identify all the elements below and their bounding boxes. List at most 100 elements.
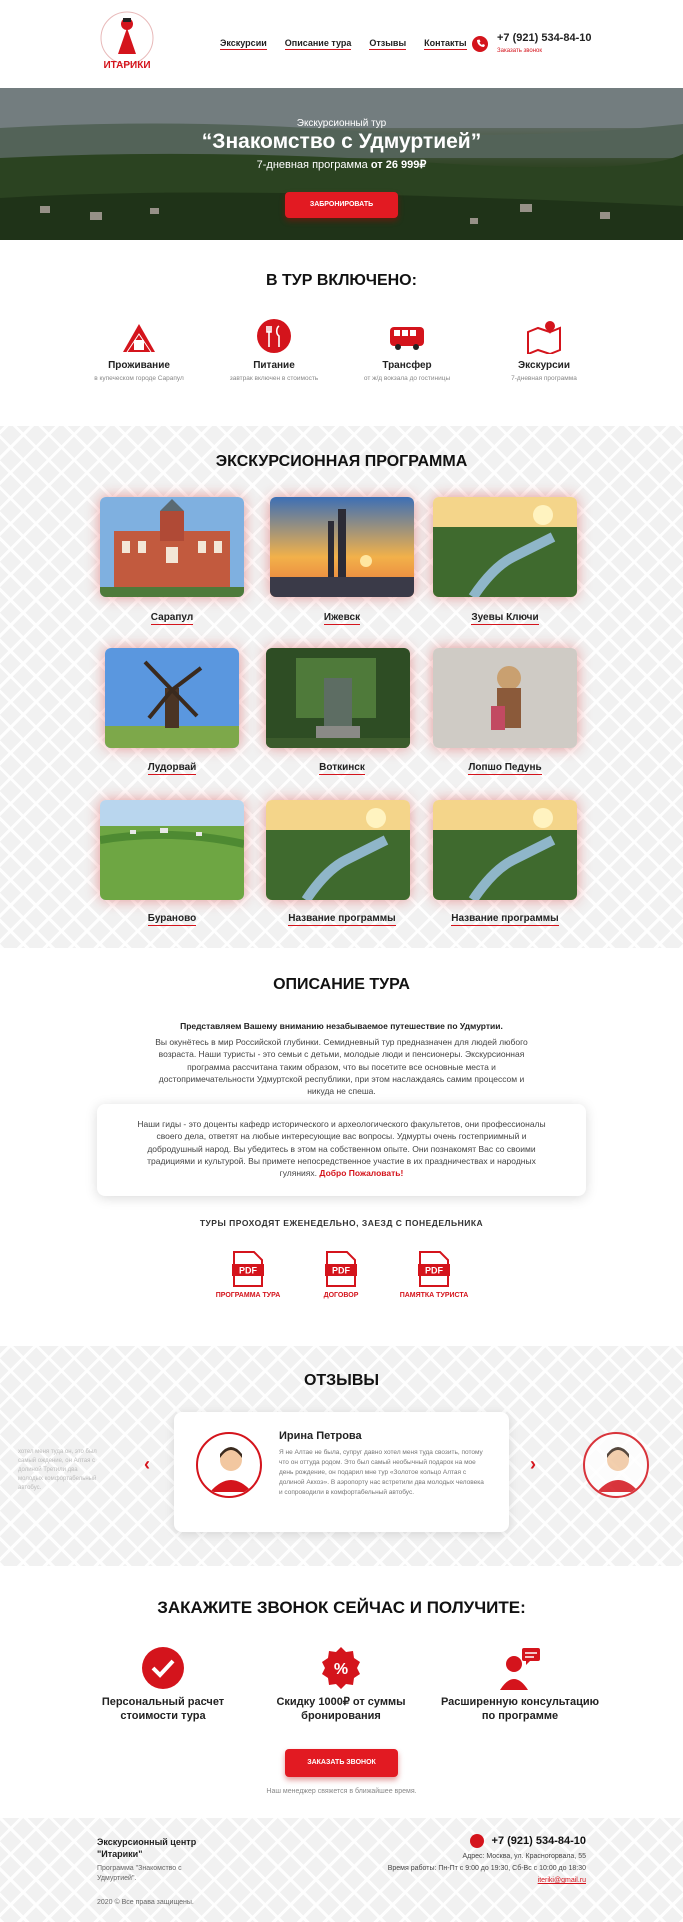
pdf-program-link[interactable]: PDF ПРОГРАММА ТУРА bbox=[213, 1250, 283, 1301]
program-label-text[interactable]: Название программы bbox=[451, 913, 559, 926]
footer-copyright: 2020 © Все права защищены. bbox=[97, 1899, 194, 1906]
program-placeholder-photo bbox=[266, 800, 410, 900]
pdf-file-icon: PDF bbox=[325, 1251, 357, 1287]
program-label[interactable]: Зуевы Ключи bbox=[425, 612, 585, 625]
footer-phone-row: +7 (921) 534-84-10 bbox=[469, 1834, 586, 1848]
phone-icon bbox=[472, 36, 488, 52]
program-label-text[interactable]: Зуевы Ключи bbox=[471, 612, 539, 625]
included-item-desc: 7-дневная программа bbox=[511, 375, 577, 382]
program-label[interactable]: Воткинск bbox=[262, 762, 422, 775]
program-label[interactable]: Бураново bbox=[92, 913, 252, 926]
program-label[interactable]: Ижевск bbox=[262, 612, 422, 625]
pdf-label[interactable]: ПРОГРАММА ТУРА bbox=[213, 1291, 283, 1301]
description-body: Вы окунётесь в мир Российской глубинки. … bbox=[155, 1037, 528, 1097]
pdf-badge: PDF bbox=[239, 1266, 258, 1276]
nav-excursions[interactable]: Экскурсии bbox=[220, 38, 267, 50]
program-label-text[interactable]: Бураново bbox=[147, 913, 197, 926]
arrow-right-icon[interactable]: › bbox=[526, 1454, 540, 1474]
lopsho-pedun-photo bbox=[433, 648, 577, 748]
review-ghost-text: хотел меня туда он, это был самый ождени… bbox=[18, 1449, 97, 1491]
program-card-zuevy-klyuchi[interactable] bbox=[433, 497, 577, 597]
included-item-desc: завтрак включен в стоимость bbox=[229, 375, 319, 382]
program-label-text[interactable]: Ижевск bbox=[323, 612, 361, 625]
description-title: ОПИСАНИЕ ТУРА bbox=[273, 976, 410, 993]
program-card-lopsho-pedun[interactable] bbox=[433, 648, 577, 748]
benefit-text: Скидку 1000₽ от суммы бронирования bbox=[276, 1696, 406, 1722]
included-item-desc: от ж/д вокзала до гостиницы bbox=[363, 375, 451, 382]
map-icon bbox=[527, 321, 561, 354]
hero-title: “Знакомство с Удмуртией” bbox=[201, 130, 482, 153]
program-label[interactable]: Лопшо Педунь bbox=[425, 762, 585, 775]
nav-reviews[interactable]: Отзывы bbox=[369, 38, 407, 50]
footer-email[interactable]: iteriki@gmail.ru bbox=[538, 1877, 586, 1884]
site-header: ИТАРИКИ Экскурсии Описание тура Отзывы К… bbox=[0, 0, 683, 88]
logo-name: ИТАРИКИ bbox=[103, 60, 151, 71]
book-button[interactable]: ЗАБРОНИРОВАТЬ bbox=[285, 192, 398, 218]
program-label-text[interactable]: Сарапул bbox=[150, 612, 194, 625]
guides-box: Наши гиды - это доценты кафедр историчес… bbox=[97, 1104, 586, 1196]
sarapul-photo bbox=[100, 497, 244, 597]
program-label[interactable]: Лудорвай bbox=[92, 762, 252, 775]
main-nav: Экскурсии Описание тура Отзывы Контакты bbox=[220, 38, 467, 50]
program-card-ludorvay[interactable] bbox=[105, 648, 239, 748]
zuevy-klyuchi-photo bbox=[433, 497, 577, 597]
program-label-text[interactable]: Воткинск bbox=[319, 762, 365, 775]
program-label[interactable]: Название программы bbox=[262, 913, 422, 926]
benefit-discount: % Скидку 1000₽ от суммы бронирования bbox=[261, 1646, 421, 1724]
checkmark-icon bbox=[142, 1647, 184, 1689]
included-item-desc: в купеческом городе Сарапул bbox=[94, 375, 184, 382]
included-item-title: Экскурсии bbox=[518, 360, 570, 371]
program-card-votkinsk[interactable] bbox=[266, 648, 410, 748]
program-label[interactable]: Название программы bbox=[425, 913, 585, 926]
pdf-label[interactable]: ДОГОВОР bbox=[306, 1291, 376, 1301]
votkinsk-photo bbox=[266, 648, 410, 748]
weekly-note: ТУРЫ ПРОХОДЯТ ЕЖЕНЕДЕЛЬНО, ЗАЕЗД С ПОНЕД… bbox=[199, 1218, 484, 1228]
included-item-title: Проживание bbox=[108, 360, 170, 371]
order-call-button[interactable]: ЗАКАЗАТЬ ЗВОНОК bbox=[285, 1749, 398, 1777]
program-label-text[interactable]: Название программы bbox=[288, 913, 396, 926]
program-label-text[interactable]: Лудорвай bbox=[147, 762, 197, 775]
hero-price: от 26 999₽ bbox=[370, 159, 427, 171]
program-card-izhevsk[interactable] bbox=[270, 497, 414, 597]
hero-program: 7-дневная программа от 26 999₽ bbox=[0, 158, 683, 171]
benefit-text: Персональный расчет стоимости тура bbox=[101, 1696, 225, 1722]
guides-text: Наши гиды - это доценты кафедр историчес… bbox=[97, 1104, 586, 1194]
included-item-excursions: Экскурсии 7-дневная программа bbox=[484, 318, 604, 383]
footer-hours: Время работы: Пн-Пт с 9:00 до 19:30, Сб-… bbox=[387, 1865, 586, 1872]
nav-contacts[interactable]: Контакты bbox=[424, 38, 467, 50]
benefit-text: Расширенную консультацию по программе bbox=[440, 1696, 600, 1722]
pdf-file-icon: PDF bbox=[232, 1251, 264, 1287]
arrow-left-icon[interactable]: ‹ bbox=[140, 1454, 154, 1474]
benefit-personal-calc: Персональный расчет стоимости тура bbox=[83, 1646, 243, 1724]
ludorvay-photo bbox=[105, 648, 239, 748]
program-label[interactable]: Сарапул bbox=[92, 612, 252, 625]
footer-program: Программа "Знакомство с Удмуртией". bbox=[97, 1865, 182, 1882]
program-card-buranovo[interactable] bbox=[100, 800, 244, 900]
header-phone[interactable]: +7 (921) 534-84-10 bbox=[497, 32, 591, 44]
program-placeholder-photo bbox=[433, 800, 577, 900]
fork-knife-icon bbox=[257, 319, 291, 353]
program-card-sarapul[interactable] bbox=[100, 497, 244, 597]
phone-icon bbox=[469, 1834, 484, 1848]
program-card-placeholder-1[interactable] bbox=[266, 800, 410, 900]
pdf-contract-link[interactable]: PDF ДОГОВОР bbox=[306, 1250, 376, 1301]
footer-phone[interactable]: +7 (921) 534-84-10 bbox=[492, 1835, 586, 1847]
reviews-title: ОТЗЫВЫ bbox=[303, 1372, 380, 1389]
pdf-memo-link[interactable]: PDF ПАМЯТКА ТУРИСТА bbox=[399, 1250, 469, 1301]
header-callback-link[interactable]: Заказать звонок bbox=[497, 48, 542, 54]
pdf-label[interactable]: ПАМЯТКА ТУРИСТА bbox=[399, 1291, 469, 1301]
pdf-file-icon: PDF bbox=[418, 1251, 450, 1287]
benefit-consultation: Расширенную консультацию по программе bbox=[440, 1646, 600, 1724]
izhevsk-photo bbox=[270, 497, 414, 597]
description-lead: Представляем Вашему вниманию незабываемо… bbox=[180, 1021, 503, 1031]
welcome-accent: Добро Пожаловать! bbox=[319, 1168, 404, 1179]
consultant-icon bbox=[500, 1648, 540, 1690]
included-item-meals: Питание завтрак включен в стоимость bbox=[214, 318, 334, 383]
buranovo-photo bbox=[100, 800, 244, 900]
logo[interactable]: ИТАРИКИ bbox=[92, 8, 162, 76]
program-card-placeholder-2[interactable] bbox=[433, 800, 577, 900]
pdf-badge: PDF bbox=[332, 1266, 351, 1276]
nav-tour-description[interactable]: Описание тура bbox=[284, 38, 352, 50]
included-item-transfer: Трансфер от ж/д вокзала до гостиницы bbox=[347, 318, 467, 383]
program-label-text[interactable]: Лопшо Педунь bbox=[468, 762, 542, 775]
